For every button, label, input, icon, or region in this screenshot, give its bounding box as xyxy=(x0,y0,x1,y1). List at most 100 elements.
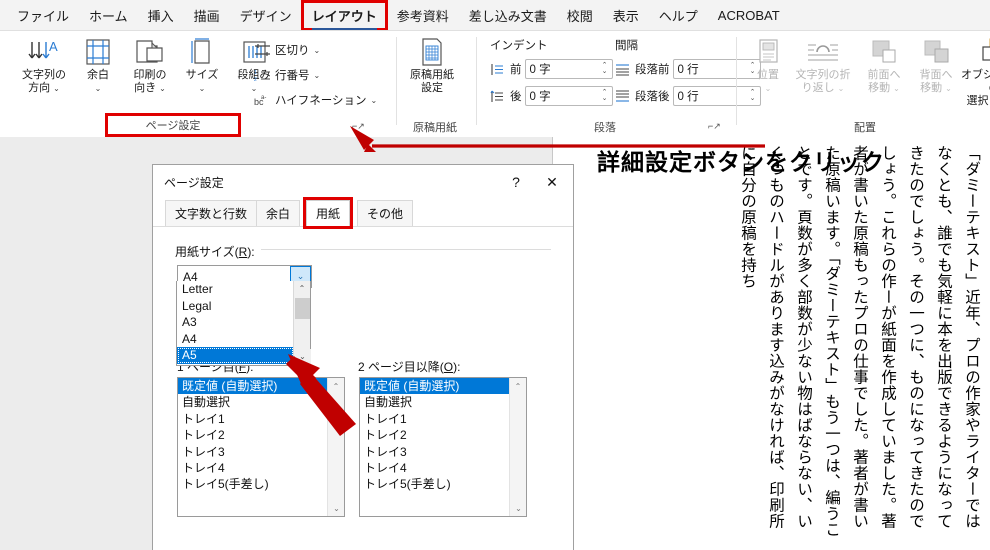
ribbon-button-wrap-text[interactable]: 文字列の折 り返し ⌄ xyxy=(792,35,854,95)
chevron-down-icon[interactable]: ⌄ xyxy=(371,96,378,105)
selection-pane-icon xyxy=(956,35,990,69)
dialog-tab-other[interactable]: その他 xyxy=(357,200,414,226)
tab-help[interactable]: ヘルプ xyxy=(650,2,707,29)
list-item[interactable]: 自動選択 xyxy=(178,394,328,410)
tab-acrobat[interactable]: ACROBAT xyxy=(709,4,789,27)
ribbon-button-label: 余白 xyxy=(87,69,109,81)
ribbon-button-orientation[interactable]: 印刷の 向き ⌄ xyxy=(122,35,178,95)
dropdown-option-selected[interactable]: A5 xyxy=(177,347,294,364)
list-item[interactable]: トレイ1 xyxy=(360,411,510,427)
spinner-arrows[interactable]: ⌃ ⌄ xyxy=(598,62,612,75)
list-item[interactable]: 既定値 (自動選択) xyxy=(178,378,328,395)
ribbon-button-label: 原稿用紙 xyxy=(410,69,454,81)
scroll-up-icon[interactable]: ⌃ xyxy=(510,378,526,394)
tab-review[interactable]: 校閲 xyxy=(558,2,602,29)
ribbon-button-label2: 移動 xyxy=(920,82,943,94)
list-item[interactable]: 自動選択 xyxy=(360,394,510,410)
tab-mailings[interactable]: 差し込み文書 xyxy=(460,2,556,29)
dropdown-option[interactable]: Legal xyxy=(177,298,294,315)
spinner-arrows[interactable]: ⌃ ⌄ xyxy=(598,89,612,102)
space-before-value: 0 行 xyxy=(677,64,699,76)
indent-left-field[interactable]: 前 0 字 ⌃ ⌄ xyxy=(488,58,613,80)
scrollbar[interactable]: ⌃ ⌄ xyxy=(327,378,344,516)
list-item[interactable]: トレイ2 xyxy=(178,427,328,443)
chevron-down-icon[interactable]: ⌄ xyxy=(838,84,845,93)
dropdown-option[interactable]: A3 xyxy=(177,314,294,331)
tab-label: ホーム xyxy=(89,8,128,24)
chevron-down-icon[interactable]: ⌄ xyxy=(159,84,166,93)
tab-layout[interactable]: レイアウト xyxy=(300,0,388,31)
ribbon-button-manuscript-setup[interactable]: 原稿用紙 設定 xyxy=(404,35,460,95)
tab-insert[interactable]: 挿入 xyxy=(139,2,183,29)
tab-references[interactable]: 参考資料 xyxy=(388,2,458,29)
chevron-down-icon[interactable]: ⌄ xyxy=(765,84,772,93)
ribbon-button-position[interactable]: 位置 ⌄ xyxy=(740,35,796,95)
tab-label: 表示 xyxy=(612,8,639,24)
indent-right-field[interactable]: 後 0 字 ⌃ ⌄ xyxy=(488,85,613,107)
indent-left-spinner[interactable]: 0 字 ⌃ ⌄ xyxy=(524,59,613,79)
tab-draw[interactable]: 描画 xyxy=(185,2,229,29)
ribbon-button-label2: 設定 xyxy=(421,82,443,94)
tab-view[interactable]: 表示 xyxy=(604,2,648,29)
tray-first-listbox[interactable]: 既定値 (自動選択) 自動選択 トレイ1 トレイ2 トレイ3 トレイ4 トレイ5… xyxy=(177,377,345,517)
chevron-down-icon[interactable]: ⌄ xyxy=(53,84,60,93)
scrollbar[interactable]: ⌃ ⌄ xyxy=(509,378,526,516)
list-item[interactable]: トレイ2 xyxy=(360,427,510,443)
help-icon[interactable]: ? xyxy=(505,171,527,193)
scroll-down-icon[interactable]: ⌄ xyxy=(510,500,527,516)
space-before-field[interactable]: 段落前 0 行 ⌃ ⌄ xyxy=(613,58,761,80)
list-item[interactable]: トレイ4 xyxy=(360,460,510,476)
dialog-launcher-icon-page-setup[interactable]: ⌐↗ xyxy=(352,121,365,132)
tray-other-label: 2 ページ目以降(O): xyxy=(358,360,461,374)
chevron-down-icon[interactable]: ⌄ xyxy=(945,84,952,93)
list-item[interactable]: トレイ3 xyxy=(360,444,510,460)
ribbon-group-page-setup: A 文字列の 方向 ⌄ 余白 ⌄ 印刷の 向き ⌄ サイズ ⌄ 段組み ⌄ 区切… xyxy=(8,31,377,138)
dropdown-option[interactable]: Letter xyxy=(177,281,294,298)
dialog-tab-paper[interactable]: 用紙 xyxy=(302,197,354,229)
chevron-down-icon[interactable]: ⌄ xyxy=(314,71,321,80)
ribbon-button-text-direction[interactable]: A 文字列の 方向 ⌄ xyxy=(16,35,72,95)
tab-label: 差し込み文書 xyxy=(468,8,547,24)
list-item[interactable]: トレイ4 xyxy=(178,460,328,476)
chevron-down-icon[interactable]: ⌄ xyxy=(95,84,102,93)
ribbon: A 文字列の 方向 ⌄ 余白 ⌄ 印刷の 向き ⌄ サイズ ⌄ 段組み ⌄ 区切… xyxy=(0,30,990,138)
svg-text:2: 2 xyxy=(254,77,257,82)
tray-other-listbox[interactable]: 既定値 (自動選択) 自動選択 トレイ1 トレイ2 トレイ3 トレイ4 トレイ5… xyxy=(359,377,527,517)
ribbon-button-bring-forward[interactable]: 前面へ 移動 ⌄ xyxy=(856,35,912,95)
ribbon-group-label-arrange: 配置 xyxy=(854,122,876,134)
list-item[interactable]: 既定値 (自動選択) xyxy=(360,378,510,395)
scroll-up-icon[interactable]: ⌃ xyxy=(328,378,344,394)
paper-size-dropdown[interactable]: Letter Legal A3 A4 A5 ⌃ ⌄ xyxy=(176,281,311,366)
list-item[interactable]: トレイ5(手差し) xyxy=(178,476,328,492)
breaks-icon xyxy=(253,42,272,58)
bring-forward-icon xyxy=(856,35,912,69)
ribbon-button-selection-pane[interactable]: オブジェクトの 選択と表示 xyxy=(956,35,990,108)
dialog-launcher-icon-paragraph[interactable]: ⌐↗ xyxy=(708,121,721,132)
ribbon-item-line-numbers[interactable]: 12 行番号 ⌄ xyxy=(253,64,320,86)
list-item[interactable]: トレイ3 xyxy=(178,444,328,460)
tab-design[interactable]: デザイン xyxy=(231,2,301,29)
scroll-down-icon[interactable]: ⌄ xyxy=(294,349,311,364)
dialog-tab-chars-lines[interactable]: 文字数と行数 xyxy=(165,200,258,226)
ribbon-item-breaks[interactable]: 区切り ⌄ xyxy=(253,39,320,61)
space-after-field[interactable]: 段落後 0 行 ⌃ ⌄ xyxy=(613,85,761,107)
chevron-down-icon[interactable]: ⌄ xyxy=(314,46,321,55)
list-item[interactable]: トレイ5(手差し) xyxy=(360,476,510,492)
indent-right-spinner[interactable]: 0 字 ⌃ ⌄ xyxy=(524,86,613,106)
chevron-down-icon[interactable]: ⌄ xyxy=(893,84,900,93)
dropdown-scrollbar[interactable]: ⌃ ⌄ xyxy=(293,281,311,364)
list-item[interactable]: トレイ1 xyxy=(178,411,328,427)
ribbon-button-size[interactable]: サイズ ⌄ xyxy=(174,35,230,95)
tab-home[interactable]: ホーム xyxy=(80,2,137,29)
ribbon-item-hyphenation[interactable]: bc a- ハイフネーション ⌄ xyxy=(253,89,377,111)
scroll-down-icon[interactable]: ⌄ xyxy=(328,500,345,516)
svg-text:a-: a- xyxy=(261,95,266,101)
chevron-down-icon[interactable]: ⌄ xyxy=(199,84,206,93)
scrollbar-thumb[interactable] xyxy=(295,298,310,319)
close-icon[interactable]: ✕ xyxy=(537,171,567,193)
scroll-up-icon[interactable]: ⌃ xyxy=(294,281,310,296)
dialog-tab-margins[interactable]: 余白 xyxy=(256,200,301,226)
tab-file[interactable]: ファイル xyxy=(8,2,78,29)
ribbon-button-margins[interactable]: 余白 ⌄ xyxy=(70,35,126,95)
dropdown-option[interactable]: A4 xyxy=(177,331,294,348)
